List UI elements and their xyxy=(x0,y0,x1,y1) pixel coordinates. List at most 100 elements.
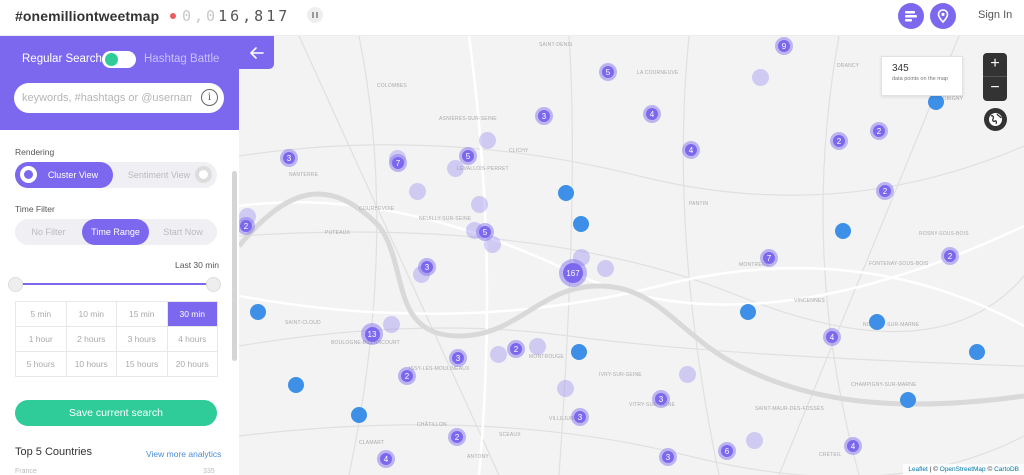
map-cluster[interactable]: 2 xyxy=(870,122,888,140)
regular-search-label[interactable]: Regular Search xyxy=(22,53,102,65)
duration-cell-selected[interactable]: 30 min xyxy=(167,302,218,327)
map-point[interactable] xyxy=(490,346,507,363)
map-cluster[interactable]: 5 xyxy=(459,147,477,165)
map-point[interactable] xyxy=(409,183,426,200)
map-point[interactable] xyxy=(900,392,916,408)
start-now-option[interactable]: Start Now xyxy=(149,219,217,245)
duration-cell[interactable]: 20 hours xyxy=(167,352,218,377)
map-cluster[interactable]: 4 xyxy=(844,437,862,455)
map-point[interactable] xyxy=(529,338,546,355)
cluster-count: 5 xyxy=(462,150,474,162)
place-label: PANTIN xyxy=(689,201,709,207)
map-cluster[interactable]: 2 xyxy=(448,428,466,446)
cluster-count: 2 xyxy=(833,135,845,147)
info-icon[interactable]: i xyxy=(201,89,218,106)
map-point[interactable] xyxy=(383,316,400,333)
cartodb-link[interactable]: CartoDB xyxy=(994,466,1019,473)
pause-button[interactable] xyxy=(307,7,323,23)
zoom-out-button[interactable]: − xyxy=(983,77,1007,101)
map-cluster[interactable]: 2 xyxy=(398,367,416,385)
map-point[interactable] xyxy=(740,304,756,320)
slider-handle-start[interactable] xyxy=(8,277,23,292)
location-button[interactable] xyxy=(930,3,956,29)
map-cluster[interactable]: 9 xyxy=(775,37,793,55)
map-cluster[interactable]: 5 xyxy=(476,223,494,241)
map-cluster[interactable]: 3 xyxy=(652,390,670,408)
map-point[interactable] xyxy=(573,216,589,232)
duration-cell[interactable]: 10 min xyxy=(66,302,117,327)
map-point[interactable] xyxy=(351,407,367,423)
live-indicator xyxy=(170,13,176,19)
duration-cell[interactable]: 10 hours xyxy=(66,352,117,377)
duration-cell[interactable]: 5 hours xyxy=(16,352,67,377)
cluster-count: 2 xyxy=(510,343,522,355)
duration-cell[interactable]: 2 hours xyxy=(66,327,117,352)
map-point[interactable] xyxy=(571,344,587,360)
map-point[interactable] xyxy=(250,304,266,320)
map-point[interactable] xyxy=(471,196,488,213)
map-point[interactable] xyxy=(752,69,769,86)
slider-handle-end[interactable] xyxy=(206,277,221,292)
duration-cell[interactable]: 15 min xyxy=(117,302,168,327)
map-cluster[interactable]: 5 xyxy=(599,63,617,81)
sentiment-view-option[interactable]: Sentiment View xyxy=(113,162,217,188)
map-cluster[interactable]: 3 xyxy=(571,408,589,426)
stats-button[interactable] xyxy=(898,3,924,29)
map-cluster[interactable]: 2 xyxy=(876,182,894,200)
no-filter-option[interactable]: No Filter xyxy=(15,219,82,245)
hashtag-battle-label[interactable]: Hashtag Battle xyxy=(144,53,219,65)
map-point[interactable] xyxy=(835,223,851,239)
sidebar-scrollbar[interactable] xyxy=(232,171,237,361)
view-analytics-link[interactable]: View more analytics xyxy=(146,449,221,459)
map-cluster[interactable]: 2 xyxy=(941,247,959,265)
map-point[interactable] xyxy=(558,185,574,201)
map-cluster[interactable]: 7 xyxy=(760,249,778,267)
duration-cell[interactable]: 3 hours xyxy=(117,327,168,352)
cluster-count: 3 xyxy=(538,110,550,122)
duration-cell[interactable]: 5 min xyxy=(16,302,67,327)
duration-cell[interactable]: 15 hours xyxy=(117,352,168,377)
map-point[interactable] xyxy=(869,314,885,330)
map-cluster[interactable]: 3 xyxy=(535,107,553,125)
duration-cell[interactable]: 4 hours xyxy=(167,327,218,352)
map-view[interactable]: SAINT-DENIS LA COURNEUVE DRANCY BOBIGNY … xyxy=(239,36,1024,475)
sign-in-link[interactable]: Sign In xyxy=(978,9,1012,21)
search-mode-toggle[interactable] xyxy=(102,51,136,68)
map-cluster[interactable]: 167 xyxy=(559,259,587,287)
map-cluster[interactable]: 4 xyxy=(377,450,395,468)
map-point[interactable] xyxy=(479,132,496,149)
top-countries-title: Top 5 Countries xyxy=(15,446,93,458)
map-cluster[interactable]: 4 xyxy=(682,141,700,159)
map-cluster[interactable]: 6 xyxy=(718,442,736,460)
map-cluster[interactable]: 3 xyxy=(280,149,298,167)
time-range-track[interactable] xyxy=(15,283,215,285)
map-point[interactable] xyxy=(928,94,944,110)
duration-cell[interactable]: 1 hour xyxy=(16,327,67,352)
map-point[interactable] xyxy=(679,366,696,383)
map-cluster[interactable]: 3 xyxy=(659,448,677,466)
map-point[interactable] xyxy=(557,380,574,397)
osm-link[interactable]: OpenStreetMap xyxy=(940,466,986,473)
map-point[interactable] xyxy=(597,260,614,277)
map-cluster[interactable]: 7 xyxy=(389,154,407,172)
time-range-option[interactable]: Time Range xyxy=(82,219,149,245)
map-cluster[interactable]: 2 xyxy=(830,132,848,150)
map-cluster[interactable]: 3 xyxy=(449,349,467,367)
zoom-in-button[interactable]: + xyxy=(983,53,1007,77)
place-label: CHÂTILLON xyxy=(417,422,447,428)
collapse-sidebar-button[interactable] xyxy=(239,36,274,69)
save-search-button[interactable]: Save current search xyxy=(15,400,217,426)
map-cluster[interactable]: 2 xyxy=(507,340,525,358)
brand-title[interactable]: #onemilliontweetmap xyxy=(15,8,159,24)
map-point[interactable] xyxy=(969,344,985,360)
map-cluster[interactable]: 3 xyxy=(418,258,436,276)
leaflet-link[interactable]: Leaflet xyxy=(908,466,928,473)
map-point[interactable] xyxy=(288,377,304,393)
cluster-view-option[interactable]: Cluster View xyxy=(15,162,113,188)
map-cluster[interactable]: 4 xyxy=(823,328,841,346)
map-cluster[interactable]: 13 xyxy=(361,323,383,345)
search-input[interactable] xyxy=(14,83,224,113)
map-point[interactable] xyxy=(746,432,763,449)
map-cluster[interactable]: 4 xyxy=(643,105,661,123)
globe-button[interactable] xyxy=(984,108,1007,131)
